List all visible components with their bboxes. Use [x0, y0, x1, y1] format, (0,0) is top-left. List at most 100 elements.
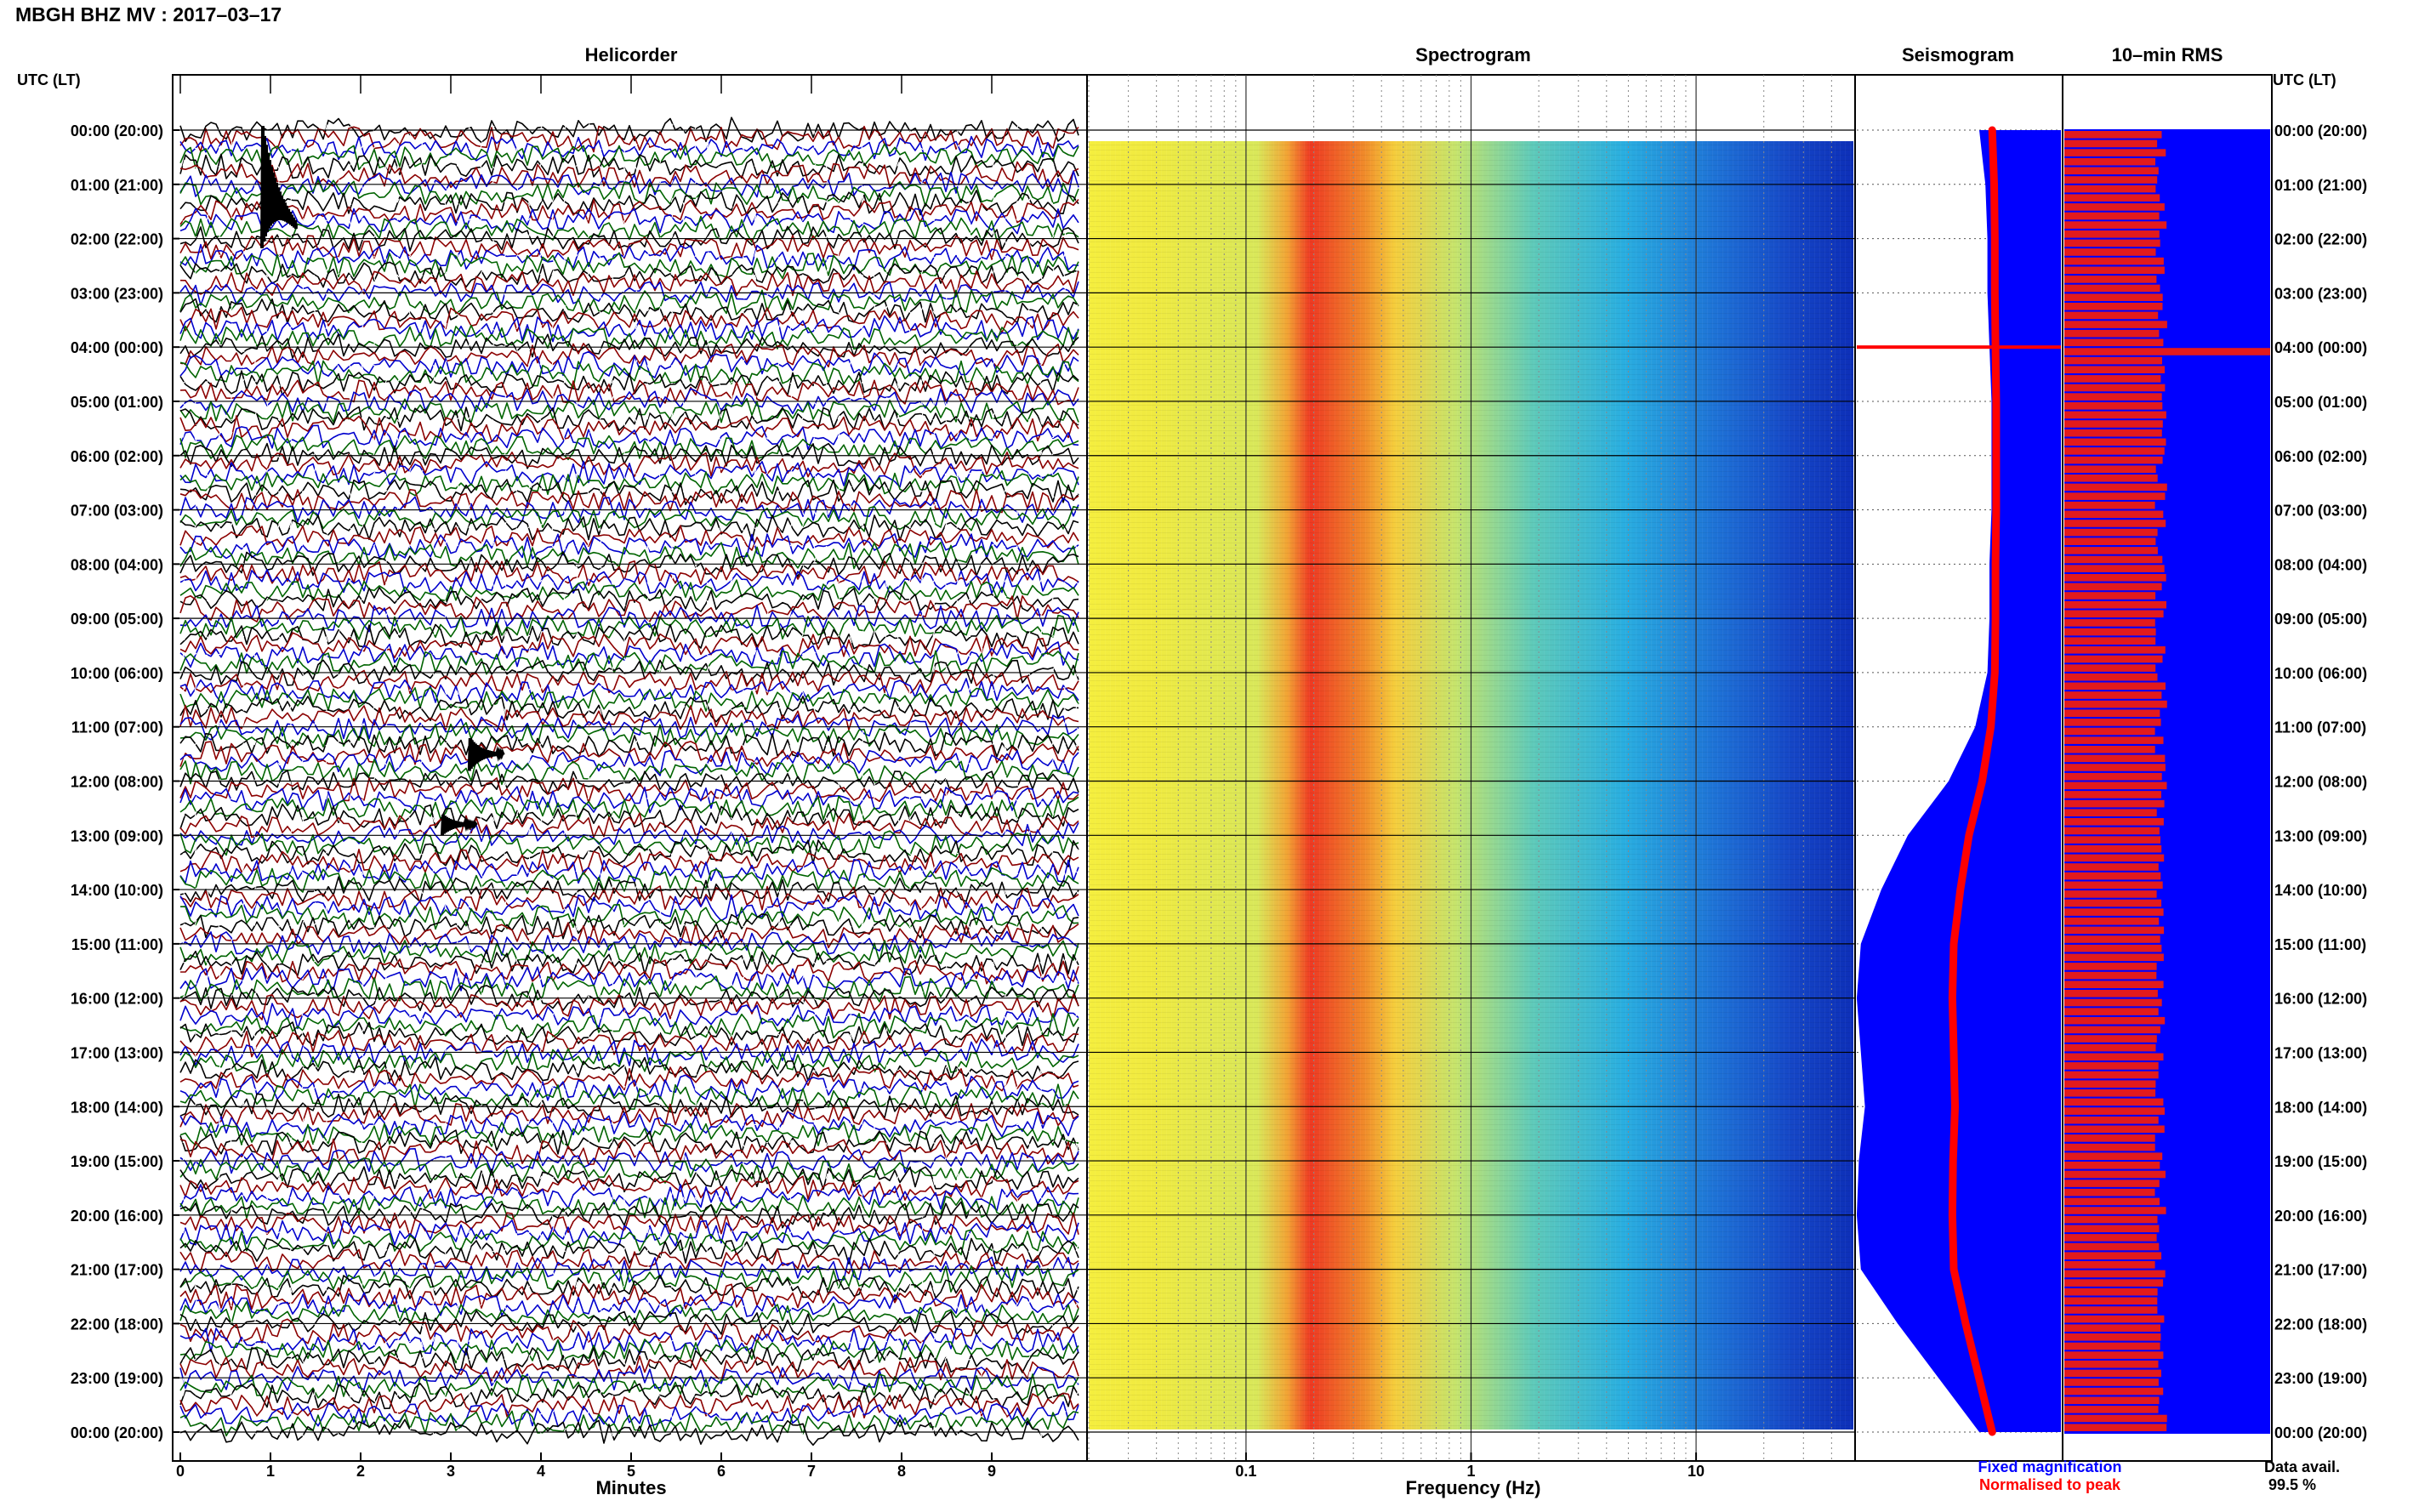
rms-bar [2064, 809, 2157, 816]
rms-bar [2064, 1016, 2166, 1025]
rms-bar [2064, 1143, 2155, 1151]
rms-bar [2064, 329, 2160, 338]
time-label-right: 22:00 (18:00) [2274, 1316, 2367, 1333]
rms-bar [2064, 1225, 2160, 1233]
rms-bar [2064, 1179, 2160, 1187]
time-label-right: 08:00 (04:00) [2274, 556, 2367, 573]
helicorder-x-tick-label: 2 [356, 1463, 365, 1480]
rms-bar [2064, 899, 2162, 907]
time-label-right: 15:00 (11:00) [2274, 936, 2366, 953]
helicorder-x-label: Minutes [595, 1477, 666, 1498]
time-label-right: 03:00 (23:00) [2274, 285, 2367, 302]
rms-bar [2064, 1162, 2160, 1169]
rms-bar [2064, 1324, 2160, 1332]
rms-bar [2064, 1026, 2160, 1034]
rms-bar [2064, 673, 2158, 681]
seismogram-anomaly-line [1857, 345, 2061, 350]
panel-title-helicorder: Helicorder [585, 44, 678, 65]
rms-bar [2064, 384, 2166, 392]
rms-bar [2064, 257, 2164, 265]
time-label-left: 17:00 (13:00) [71, 1044, 163, 1061]
rms-bar [2064, 248, 2156, 256]
rms-bar [2064, 836, 2160, 844]
rms-bar [2064, 1378, 2159, 1386]
rms-bar [2064, 520, 2166, 527]
rms-bar [2064, 1414, 2167, 1423]
rms-bar [2064, 194, 2160, 202]
rms-bar [2064, 682, 2166, 691]
rms-bar [2064, 1297, 2158, 1305]
rms-bar [2064, 655, 2163, 663]
time-label-left: 12:00 (08:00) [71, 774, 163, 791]
rms-bar [2064, 944, 2162, 952]
time-label-right: 02:00 (22:00) [2274, 231, 2367, 248]
rms-bar [2064, 492, 2166, 500]
time-label-left: 11:00 (07:00) [71, 719, 163, 736]
time-label-left: 08:00 (04:00) [71, 556, 163, 573]
rms-bar [2064, 1406, 2159, 1413]
rms-bar [2064, 1242, 2160, 1251]
rms-bar [2064, 881, 2163, 890]
rms-bar [2064, 574, 2166, 582]
rms-bar [2064, 1053, 2164, 1061]
spectrogram-x-tick-label: 0.1 [1235, 1463, 1256, 1480]
left-time-labels: 00:00 (20:00) 01:00 (21:00) 02:00 (22:00) 0… [71, 122, 179, 1441]
rms-bar [2064, 646, 2166, 654]
time-label-left: 04:00 (00:00) [71, 339, 163, 356]
rms-bar [2064, 565, 2165, 572]
rms-bar [2064, 971, 2157, 980]
rms-bar [2064, 465, 2156, 473]
rms-bar [2064, 420, 2163, 428]
time-label-right: 14:00 (10:00) [2274, 882, 2367, 899]
rms-bar [2064, 1333, 2161, 1341]
rms-bar [2064, 953, 2164, 962]
time-label-right: 00:00 (20:00) [2274, 1424, 2367, 1441]
rms-bar [2064, 483, 2167, 492]
rms-bar [2064, 139, 2158, 148]
time-label-left: 00:00 (20:00) [71, 1424, 163, 1441]
rms-bar [2064, 1270, 2166, 1278]
rms-bar [2064, 1071, 2159, 1079]
rms-bar [2064, 754, 2166, 763]
rms-bar [2064, 149, 2166, 156]
rms-bar [2064, 221, 2167, 229]
data-availability-value: 99.5 % [2268, 1476, 2316, 1493]
rms-bar [2064, 429, 2162, 437]
time-label-left: 00:00 (20:00) [71, 122, 163, 139]
rms-bar [2064, 854, 2165, 862]
rms-bar [2064, 1306, 2158, 1314]
rms-bar [2064, 1342, 2160, 1350]
rms-bar [2064, 528, 2158, 537]
rms-bar [2064, 1261, 2155, 1269]
rms-bar [2064, 356, 2162, 365]
rms-bar [2064, 908, 2164, 916]
rms-bar [2064, 818, 2164, 826]
rms-bar [2064, 736, 2164, 744]
rms-bar [2064, 501, 2155, 509]
time-label-left: 23:00 (19:00) [71, 1370, 163, 1387]
helicorder-x-tick-label: 4 [537, 1463, 545, 1480]
right-axis-header: UTC (LT) [2273, 71, 2336, 88]
time-label-right: 19:00 (15:00) [2274, 1153, 2367, 1170]
rms-bar [2064, 1424, 2167, 1431]
rms-bar [2064, 203, 2165, 211]
rms-bar [2064, 402, 2163, 410]
rms-bar [2064, 475, 2158, 482]
rms-bar [2064, 1369, 2161, 1378]
rms-bar [2064, 782, 2167, 790]
rms-bar [2064, 772, 2162, 781]
helicorder-x-tick-label: 8 [897, 1463, 906, 1480]
rms-bar [2064, 1098, 2164, 1106]
rms-bar [2064, 592, 2156, 600]
rms-bar [2064, 303, 2163, 310]
rms-bar [2064, 1360, 2159, 1368]
time-label-left: 09:00 (05:00) [71, 611, 163, 628]
rms-bar [2064, 610, 2164, 618]
rms-bar [2064, 547, 2158, 554]
rms-bar [2064, 284, 2160, 293]
rms-bar [2064, 212, 2160, 220]
rms-bar [2064, 1287, 2158, 1296]
rms-bar [2064, 230, 2160, 238]
rms-bar [2064, 926, 2165, 935]
panel-title-spectrogram: Spectrogram [1415, 44, 1531, 65]
